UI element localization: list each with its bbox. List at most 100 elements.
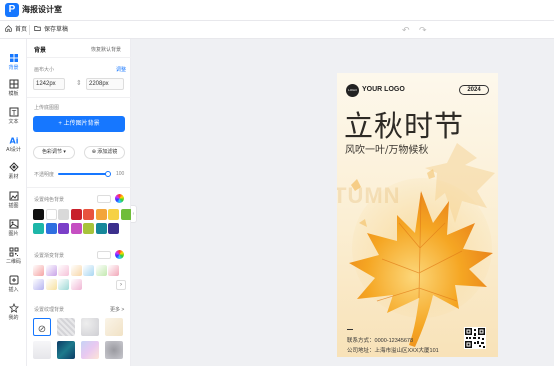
insert-icon	[9, 275, 18, 285]
nav-label: 二维码	[5, 259, 21, 265]
gradient-picker-icon[interactable]	[115, 250, 124, 259]
poster-subheadline[interactable]: 风吹一叶/万物候秋	[345, 141, 428, 156]
custom-color-input[interactable]	[97, 195, 111, 203]
link-ratio-icon[interactable]: ⇕	[76, 79, 82, 87]
opacity-slider-track[interactable]	[58, 173, 108, 175]
nav-item-image[interactable]: 图片	[0, 219, 27, 237]
text-icon: T	[9, 107, 18, 117]
template-icon	[9, 79, 18, 89]
solid-color-swatch[interactable]	[45, 223, 57, 234]
nav-item-text[interactable]: T 文本	[0, 107, 27, 125]
poster-logo-icon: LOGO	[346, 84, 359, 97]
nav-item-mine[interactable]: 我的	[0, 303, 27, 321]
poster-headline[interactable]: 立秋时节	[344, 103, 464, 145]
gradient-swatch[interactable]	[33, 279, 44, 290]
contact-address[interactable]: 公司地址：上海市溢山区XXX大厦101	[347, 346, 439, 354]
nav-label: 插入	[8, 287, 19, 293]
home-icon	[5, 25, 12, 32]
nav-item-ai-design[interactable]: Ai AI设计	[0, 135, 27, 154]
nav-label: 图片	[8, 231, 19, 237]
gradient-swatch[interactable]	[83, 265, 94, 276]
texture-item[interactable]	[57, 318, 75, 336]
upload-section-label: 上传底图图	[34, 105, 60, 111]
solid-color-swatch[interactable]	[108, 223, 119, 234]
solid-color-swatch[interactable]	[45, 209, 57, 220]
solid-color-swatch[interactable]	[58, 209, 69, 220]
phone-value: 0000-12345678	[374, 338, 414, 344]
nav-item-qrcode[interactable]: 二维码	[0, 247, 27, 265]
texture-item[interactable]	[81, 318, 99, 336]
solid-color-swatch[interactable]	[83, 209, 94, 220]
nav-item-illustration[interactable]: 插图	[0, 191, 27, 209]
solid-color-swatch[interactable]	[70, 223, 82, 234]
gradient-swatch[interactable]	[45, 265, 57, 276]
address-value: 上海市溢山区XXX大厦101	[374, 348, 439, 354]
canvas-adjust-link[interactable]: 调整	[116, 66, 126, 73]
nav-item-materials[interactable]: 素材	[0, 162, 27, 180]
qrcode-image[interactable]	[464, 327, 486, 349]
app-logo: P	[5, 3, 19, 17]
color-adjust-button[interactable]: 色彩调节 ▾	[33, 146, 75, 159]
more-textures-link[interactable]: 更多 >	[110, 306, 124, 313]
nav-label: AI设计	[6, 147, 21, 153]
solid-color-swatch[interactable]	[33, 209, 44, 220]
panel-collapse-handle[interactable]: ‹	[131, 205, 137, 223]
solid-color-swatch[interactable]	[58, 223, 69, 234]
nav-item-background[interactable]: 背景	[0, 53, 27, 71]
gradient-swatch[interactable]	[108, 265, 119, 276]
poster-canvas[interactable]: TUMN LOGO YOUR LOGO 2024 立秋时节 风吹一叶/万物候秋 …	[337, 73, 498, 357]
opacity-slider-handle[interactable]	[105, 171, 111, 177]
solid-color-swatch[interactable]	[70, 209, 82, 220]
app-title: 海报设计室	[22, 5, 62, 14]
gradient-swatch[interactable]	[95, 265, 107, 276]
gradient-swatch[interactable]	[45, 279, 57, 290]
add-filter-button[interactable]: ⊕ 添加滤镜	[84, 146, 125, 159]
contact-phone[interactable]: 联系方式：0000-12345678	[347, 336, 413, 344]
texture-item[interactable]	[33, 341, 51, 359]
nav-label: 素材	[8, 174, 19, 180]
nav-item-template[interactable]: 模板	[0, 79, 27, 97]
nav-label: 插图	[8, 203, 19, 209]
save-draft-button[interactable]: 保存草稿	[34, 24, 68, 33]
shapes-icon	[8, 162, 19, 172]
custom-gradient-input[interactable]	[97, 251, 111, 259]
solid-color-swatch[interactable]	[120, 209, 132, 220]
solid-color-swatch[interactable]	[83, 223, 94, 234]
gradient-swatch[interactable]	[70, 279, 82, 290]
solid-color-swatch[interactable]	[95, 209, 107, 220]
home-button[interactable]: 首页	[5, 24, 27, 33]
solid-color-swatch[interactable]	[95, 223, 107, 234]
color-picker-icon[interactable]	[115, 194, 124, 203]
solid-color-swatch[interactable]	[33, 223, 44, 234]
redo-icon[interactable]: ↷	[419, 25, 427, 36]
gradient-swatch[interactable]	[58, 279, 69, 290]
texture-item[interactable]	[57, 341, 75, 359]
nav-item-insert[interactable]: 插入	[0, 275, 27, 293]
illustration-icon	[9, 191, 18, 201]
svg-text:T: T	[10, 109, 16, 117]
canvas-width-input[interactable]: 1242px	[33, 78, 65, 90]
solid-color-swatch[interactable]	[108, 209, 119, 220]
canvas-height-input[interactable]: 2208px	[86, 78, 124, 90]
texture-item[interactable]	[105, 341, 123, 359]
texture-none[interactable]: ⊘	[33, 318, 51, 336]
gradient-swatch[interactable]	[33, 265, 44, 276]
texture-item[interactable]	[105, 318, 123, 336]
upload-background-button[interactable]: + 上传图片背景	[33, 116, 125, 132]
gradient-swatch[interactable]	[58, 265, 69, 276]
canvas-size-label: 画布大小	[34, 67, 55, 73]
folder-icon	[34, 26, 41, 31]
poster-watermark: TUMN	[337, 183, 401, 208]
texture-item[interactable]	[81, 341, 99, 359]
year-badge[interactable]: 2024	[459, 85, 489, 95]
svg-text:Ai: Ai	[9, 137, 18, 146]
undo-icon[interactable]: ↶	[402, 25, 410, 36]
nav-label: 我的	[8, 315, 19, 321]
star-icon	[8, 303, 19, 313]
poster-logo-text[interactable]: YOUR LOGO	[362, 86, 405, 93]
more-gradients-arrow[interactable]: ›	[116, 280, 126, 290]
gradient-swatch[interactable]	[70, 265, 82, 276]
restore-default-background-link[interactable]: 恢复默认背景	[91, 46, 121, 53]
solid-color-label: 设置纯色背景	[34, 197, 65, 203]
panel-title: 背景	[34, 48, 47, 54]
